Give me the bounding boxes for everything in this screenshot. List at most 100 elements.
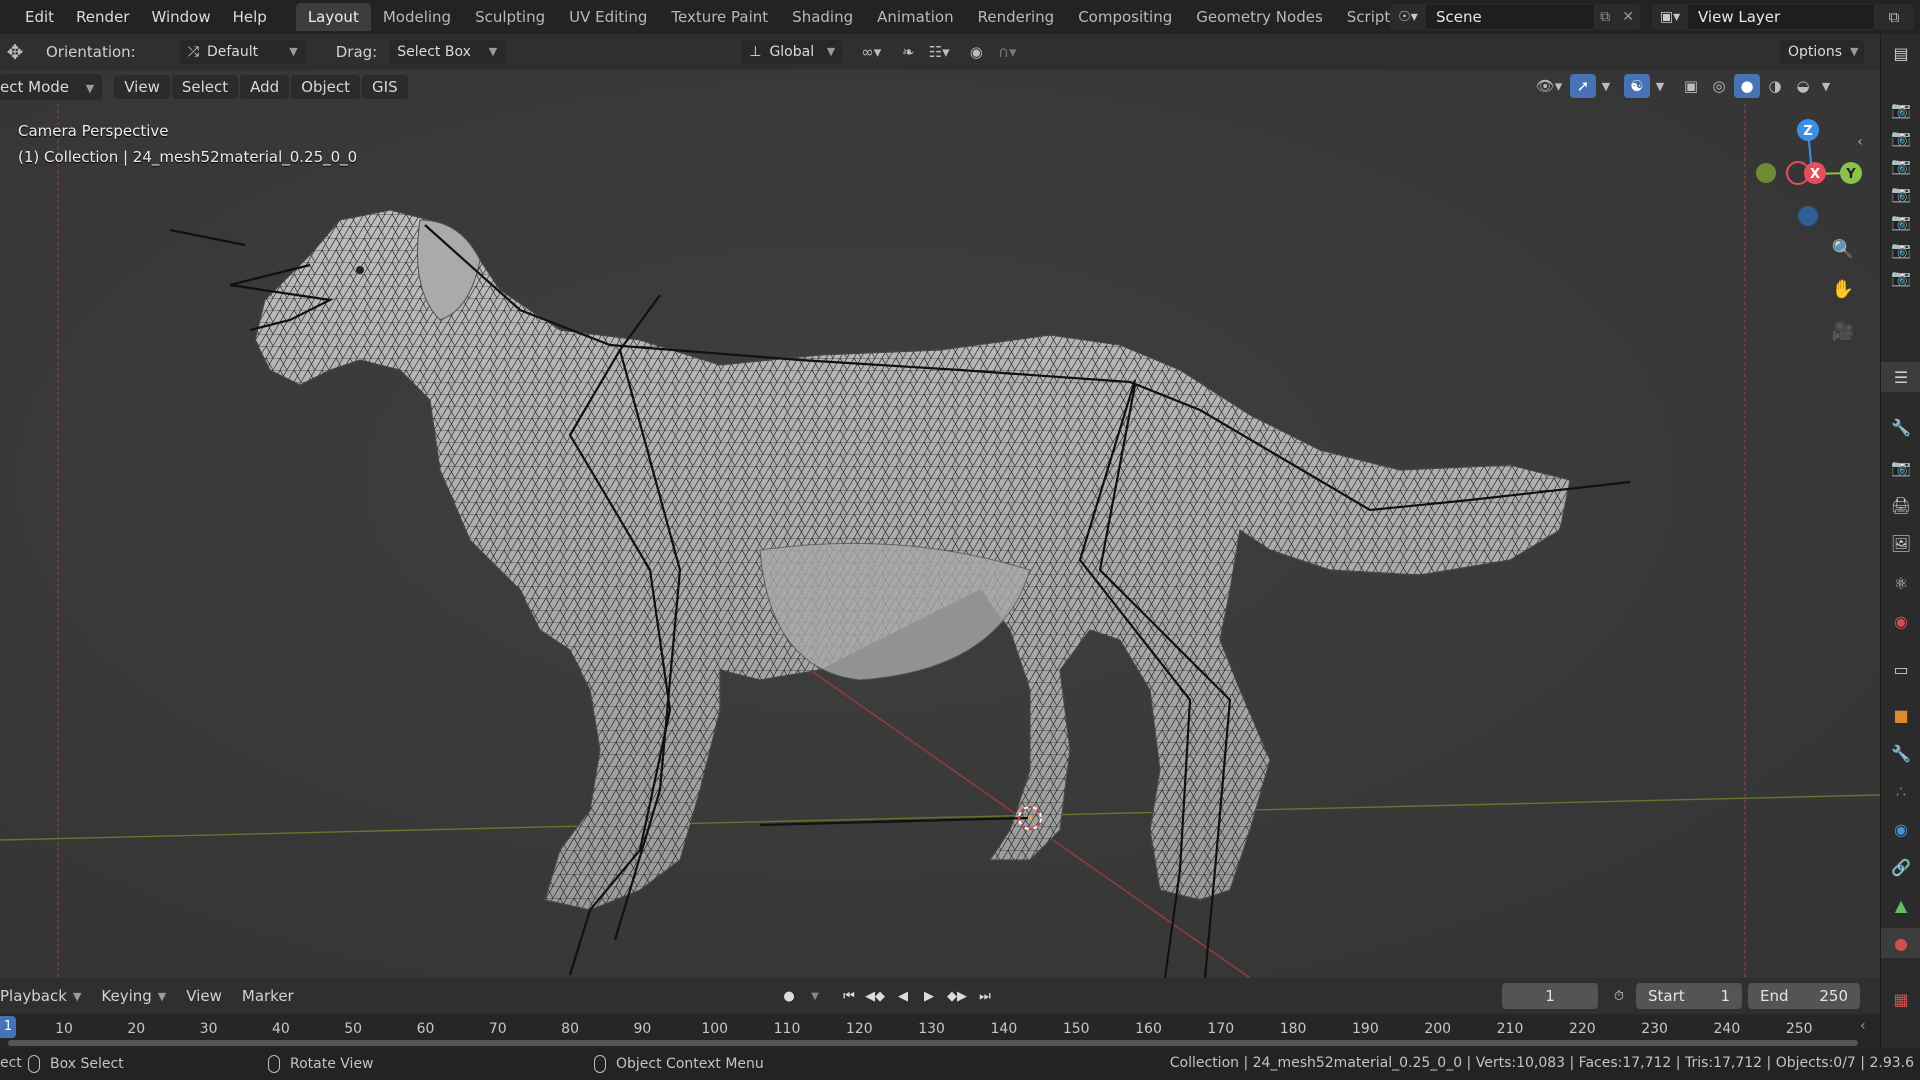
tab-shading[interactable]: Shading bbox=[780, 3, 865, 31]
gizmo-neg-y-axis[interactable] bbox=[1756, 163, 1776, 183]
view-layer-name-field[interactable]: View Layer bbox=[1688, 5, 1874, 29]
scene-properties-icon[interactable]: ⚛ bbox=[1881, 568, 1920, 598]
delete-scene-icon[interactable]: ✕ bbox=[1622, 9, 1634, 25]
editor-type-icon[interactable]: ▤ bbox=[1881, 38, 1920, 68]
scene-name-field[interactable]: Scene bbox=[1426, 5, 1594, 29]
playhead-frame-indicator[interactable]: 1 bbox=[0, 1016, 16, 1038]
current-frame-field[interactable]: 1 bbox=[1502, 983, 1598, 1009]
play-reverse-icon[interactable]: ◀ bbox=[890, 983, 916, 1009]
world-properties-icon[interactable]: ◉ bbox=[1881, 606, 1920, 636]
camera-disabled-icon-2[interactable]: 📷 bbox=[1881, 206, 1920, 236]
tab-animation[interactable]: Animation bbox=[865, 3, 965, 31]
viewport-menu-object[interactable]: Object bbox=[291, 75, 361, 99]
view-layer-properties-icon[interactable]: 🖼 bbox=[1881, 528, 1920, 558]
tab-layout[interactable]: Layout bbox=[295, 3, 371, 31]
camera-restrict-icon-2[interactable]: 📷 bbox=[1881, 122, 1920, 152]
new-view-layer-icon[interactable]: ⧉ bbox=[1874, 8, 1914, 26]
material-preview-icon[interactable]: ◑ bbox=[1762, 74, 1788, 98]
modifier-properties-icon[interactable]: 🔧 bbox=[1881, 738, 1920, 768]
chevron-down-icon[interactable]: ▼ bbox=[802, 983, 828, 1009]
proportional-edit-icon[interactable]: ◉ bbox=[963, 40, 989, 64]
viewport-menu-gis[interactable]: GIS bbox=[362, 75, 408, 99]
xray-toggle-icon[interactable]: ▣ bbox=[1678, 74, 1704, 98]
overlays-toggle-icon[interactable]: ☯ bbox=[1624, 74, 1650, 98]
wireframe-shading-icon[interactable]: ◎ bbox=[1706, 74, 1732, 98]
prev-keyframe-icon[interactable]: ◀◆ bbox=[862, 983, 888, 1009]
menu-render[interactable]: Render bbox=[65, 8, 140, 26]
gizmo-toggle-icon[interactable]: ➚ bbox=[1570, 74, 1596, 98]
menu-edit[interactable]: Edit bbox=[14, 8, 65, 26]
tab-geometry-nodes[interactable]: Geometry Nodes bbox=[1184, 3, 1335, 31]
tab-rendering[interactable]: Rendering bbox=[966, 3, 1067, 31]
snap-toggle-icon[interactable]: ❧ bbox=[895, 40, 921, 64]
jump-start-icon[interactable]: ⏮ bbox=[836, 983, 862, 1009]
rendered-shading-icon[interactable]: ◒ bbox=[1790, 74, 1816, 98]
gizmo-neg-z-axis[interactable] bbox=[1798, 206, 1818, 226]
viewport-menu-add[interactable]: Add bbox=[240, 75, 290, 99]
play-icon[interactable]: ▶ bbox=[916, 983, 942, 1009]
chevron-down-icon[interactable]: ▼ bbox=[1818, 74, 1834, 98]
snap-target-icon[interactable]: ☷▾ bbox=[921, 40, 957, 64]
physics-properties-icon[interactable]: ◉ bbox=[1881, 814, 1920, 844]
record-icon[interactable]: ● bbox=[776, 983, 802, 1009]
orientation-dropdown[interactable]: ⤮ Default ▼ bbox=[179, 40, 306, 64]
stopwatch-icon[interactable]: ⏱ bbox=[1606, 983, 1632, 1009]
next-keyframe-icon[interactable]: ◆▶ bbox=[944, 983, 970, 1009]
timeline-scrollbar[interactable] bbox=[8, 1040, 1858, 1046]
tab-sculpting[interactable]: Sculpting bbox=[463, 3, 557, 31]
tab-modeling[interactable]: Modeling bbox=[371, 3, 463, 31]
playback-menu[interactable]: Playback ▼ bbox=[0, 987, 91, 1005]
data-properties-icon[interactable]: ▲ bbox=[1881, 890, 1920, 920]
camera-disabled-icon[interactable]: 📷 bbox=[1881, 178, 1920, 208]
options-dropdown[interactable]: Options ▼ bbox=[1780, 40, 1864, 64]
viewport-menu-select[interactable]: Select bbox=[171, 75, 239, 99]
timeline-view-menu[interactable]: View bbox=[176, 987, 232, 1005]
properties-editor-icon[interactable]: ☰ bbox=[1881, 362, 1920, 392]
view-layer-selector[interactable]: ▣▾ View Layer ⧉ bbox=[1652, 4, 1914, 30]
camera-disabled-icon-4[interactable]: 📷 bbox=[1881, 262, 1920, 292]
texture-properties-icon[interactable]: ▦ bbox=[1881, 984, 1920, 1014]
particles-properties-icon[interactable]: ∴ bbox=[1881, 776, 1920, 806]
object-properties-icon[interactable]: ■ bbox=[1881, 700, 1920, 730]
camera-view-icon[interactable]: 🎥 bbox=[1827, 315, 1859, 347]
sidebar-toggle-icon[interactable]: ‹ bbox=[1850, 126, 1870, 158]
interaction-mode-dropdown[interactable]: ect Mode ▼ bbox=[0, 74, 103, 100]
output-properties-icon[interactable]: 🖨 bbox=[1881, 490, 1920, 520]
menu-help[interactable]: Help bbox=[222, 8, 278, 26]
chevron-down-icon[interactable]: ▼ bbox=[1652, 74, 1668, 98]
material-properties-icon[interactable]: ● bbox=[1881, 928, 1920, 958]
render-properties-icon[interactable]: 📷 bbox=[1881, 452, 1920, 482]
chevron-down-icon[interactable]: ▼ bbox=[1598, 74, 1614, 98]
end-frame-field[interactable]: End 250 bbox=[1748, 983, 1860, 1009]
ruler-scroll-left-icon[interactable]: ‹ bbox=[1860, 1018, 1866, 1034]
start-frame-field[interactable]: Start 1 bbox=[1636, 983, 1742, 1009]
tool-settings-icon[interactable]: 🔧 bbox=[1881, 412, 1920, 442]
zoom-icon[interactable]: 🔍 bbox=[1827, 233, 1859, 265]
drag-dropdown[interactable]: Select Box ▼ bbox=[389, 40, 506, 64]
constraint-properties-icon[interactable]: 🔗 bbox=[1881, 852, 1920, 882]
camera-restrict-icon[interactable]: 📷 bbox=[1881, 94, 1920, 124]
view-layer-icon[interactable]: ▣▾ bbox=[1652, 9, 1688, 25]
tab-compositing[interactable]: Compositing bbox=[1066, 3, 1184, 31]
tab-texture-paint[interactable]: Texture Paint bbox=[659, 3, 780, 31]
jump-end-icon[interactable]: ⏭ bbox=[972, 983, 998, 1009]
menu-window[interactable]: Window bbox=[140, 8, 221, 26]
keying-menu[interactable]: Keying ▼ bbox=[91, 987, 176, 1005]
proportional-falloff-icon[interactable]: ∩▾ bbox=[989, 40, 1025, 64]
collection-properties-icon[interactable]: ▭ bbox=[1881, 654, 1920, 684]
camera-restrict-icon-3[interactable]: 📷 bbox=[1881, 150, 1920, 180]
3d-viewport[interactable]: Z Y X Camera Perspective (1) Collection … bbox=[0, 70, 1880, 978]
viewport-menu-view[interactable]: View bbox=[114, 75, 170, 99]
pan-hand-icon[interactable]: ✋ bbox=[1827, 273, 1859, 305]
new-scene-icon[interactable]: ⧉ bbox=[1600, 9, 1610, 25]
camera-disabled-icon-3[interactable]: 📷 bbox=[1881, 234, 1920, 264]
pivot-point-icon[interactable]: ∞▾ bbox=[851, 40, 891, 64]
transform-orientation-dropdown[interactable]: ⊥ Global ▼ bbox=[741, 40, 844, 64]
scene-selector[interactable]: ☉▾ Scene ⧉ ✕ bbox=[1390, 4, 1640, 30]
marker-menu[interactable]: Marker bbox=[232, 987, 304, 1005]
move-tool-icon[interactable]: ✥ bbox=[0, 40, 30, 64]
solid-shading-icon[interactable]: ● bbox=[1734, 74, 1760, 98]
visibility-eye-icon[interactable]: 👁▾ bbox=[1530, 74, 1568, 98]
tab-uv-editing[interactable]: UV Editing bbox=[557, 3, 659, 31]
scene-icon[interactable]: ☉▾ bbox=[1390, 9, 1426, 25]
